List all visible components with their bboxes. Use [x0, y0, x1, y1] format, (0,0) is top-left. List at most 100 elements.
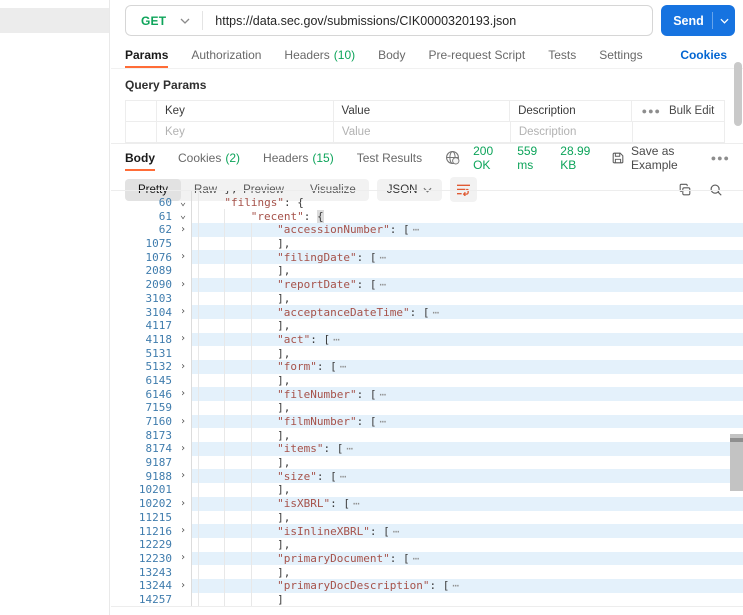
fold-ellipsis[interactable]: ⋯	[380, 278, 387, 291]
fold-collapsed-chevron-icon[interactable]: ›	[175, 416, 191, 427]
code-line-content: ],	[191, 264, 743, 278]
code-line: 3103],	[111, 291, 743, 306]
indent-guide	[250, 510, 277, 525]
line-number: 10202	[138, 497, 172, 511]
page-scrollbar-thumb[interactable]	[734, 62, 742, 126]
response-tab-test-results[interactable]: Test Results	[357, 144, 422, 171]
code-line-content: ],	[191, 401, 743, 415]
request-tab-headers[interactable]: Headers (10)	[284, 41, 355, 68]
code-scrollbar-thumb[interactable]	[730, 434, 743, 491]
indent-guide	[198, 346, 224, 360]
fold-ellipsis[interactable]: ⋯	[346, 442, 353, 455]
fold-ellipsis[interactable]: ⋯	[452, 579, 459, 592]
select-all-cell[interactable]	[126, 101, 157, 121]
response-tab-cookies[interactable]: Cookies (2)	[178, 144, 240, 171]
indent-guide	[198, 578, 224, 593]
fold-open-chevron-icon[interactable]: ⌄	[175, 197, 191, 208]
status-badge[interactable]: 200 OK	[473, 144, 504, 172]
request-tab-body[interactable]: Body	[378, 41, 405, 68]
response-tab-headers[interactable]: Headers (15)	[263, 144, 334, 171]
fold-ellipsis[interactable]: ⋯	[340, 470, 347, 483]
fold-collapsed-chevron-icon[interactable]: ›	[175, 224, 191, 235]
fold-ellipsis[interactable]: ⋯	[433, 306, 440, 319]
fold-collapsed-chevron-icon[interactable]: ›	[175, 498, 191, 509]
column-options-icon[interactable]: ●●●	[642, 106, 661, 116]
fold-ellipsis[interactable]: ⋯	[340, 360, 347, 373]
fold-collapsed-chevron-icon[interactable]: ›	[175, 279, 191, 290]
request-tab-tests[interactable]: Tests	[548, 41, 576, 68]
send-options-chevron-icon[interactable]	[713, 18, 735, 24]
matched-brace: {	[317, 209, 324, 223]
url-field[interactable]: https://data.sec.gov/submissions/CIK0000…	[203, 14, 516, 28]
indent-guide	[224, 551, 250, 566]
fold-collapsed-chevron-icon[interactable]: ›	[175, 580, 191, 591]
code-line-content: "acceptanceDateTime": [⋯	[191, 305, 743, 319]
fold-ellipsis[interactable]: ⋯	[380, 388, 387, 401]
indent-guide	[250, 496, 277, 511]
fold-collapsed-chevron-icon[interactable]: ›	[175, 553, 191, 563]
sidebar-item-placeholder[interactable]	[0, 8, 109, 33]
code-line: 7160 › "filmNumber": [⋯	[111, 414, 743, 429]
line-number: 2090	[145, 278, 173, 292]
json-punctuation: : [	[369, 524, 390, 538]
fold-ellipsis[interactable]: ⋯	[393, 525, 400, 538]
response-more-options-icon[interactable]: ●●●	[711, 153, 730, 163]
fold-ellipsis[interactable]: ⋯	[353, 497, 360, 510]
code-line: 12229],	[111, 537, 743, 552]
url-bar: GET https://data.sec.gov/submissions/CIK…	[111, 0, 743, 41]
json-punctuation: : [	[389, 551, 410, 565]
chevron-down-icon[interactable]	[180, 18, 190, 24]
request-tab-pre-request-script[interactable]: Pre-request Script	[428, 41, 525, 68]
indent-guide	[198, 442, 224, 456]
fold-collapsed-chevron-icon[interactable]: ›	[175, 526, 191, 536]
response-body-code-viewer[interactable]: },60⌄"filings": {61⌄"recent": {62›"acces…	[111, 190, 743, 607]
json-punctuation: },	[224, 191, 237, 195]
request-tab-settings[interactable]: Settings	[599, 41, 642, 68]
fold-ellipsis[interactable]: ⋯	[333, 333, 340, 346]
fold-ellipsis[interactable]: ⋯	[380, 251, 387, 264]
indent-guide	[250, 524, 277, 538]
value-column-header: Value	[334, 101, 511, 121]
indent-guide	[250, 469, 277, 484]
fold-collapsed-chevron-icon[interactable]: ›	[175, 361, 191, 372]
fold-open-chevron-icon[interactable]: ⌄	[175, 211, 191, 221]
indent-guide	[198, 291, 224, 306]
indent-guide	[224, 373, 250, 388]
response-time[interactable]: 559 ms	[517, 144, 547, 172]
fold-ellipsis[interactable]: ⋯	[413, 223, 420, 236]
fold-collapsed-chevron-icon[interactable]: ›	[175, 252, 191, 262]
indent-guide	[198, 565, 224, 579]
response-tab-body[interactable]: Body	[125, 144, 155, 171]
indent-guide	[198, 455, 224, 470]
response-size[interactable]: 28.99 KB	[560, 144, 598, 172]
key-input[interactable]: Key	[157, 122, 334, 142]
fold-collapsed-chevron-icon[interactable]: ›	[175, 443, 191, 454]
cookies-link[interactable]: Cookies	[680, 48, 727, 62]
description-input[interactable]: Description	[511, 122, 632, 142]
code-line-content: ],	[191, 236, 743, 251]
method-selector[interactable]: GET	[126, 14, 180, 28]
request-url-input[interactable]: GET https://data.sec.gov/submissions/CIK…	[125, 5, 653, 36]
fold-collapsed-chevron-icon[interactable]: ›	[175, 471, 191, 481]
send-button[interactable]: Send	[661, 5, 735, 36]
bulk-edit-button[interactable]: Bulk Edit	[669, 105, 714, 117]
indent-guide	[224, 209, 250, 224]
indent-guide	[198, 496, 224, 511]
row-select-cell[interactable]	[126, 122, 157, 142]
request-tab-params[interactable]: Params	[125, 41, 169, 68]
indent-guide	[250, 592, 277, 606]
fold-ellipsis[interactable]: ⋯	[413, 552, 420, 565]
fold-collapsed-chevron-icon[interactable]: ›	[175, 389, 191, 399]
save-as-example-button[interactable]: Save as Example	[611, 144, 698, 172]
fold-collapsed-chevron-icon[interactable]: ›	[175, 334, 191, 344]
request-tab-count-badge: (10)	[333, 47, 356, 62]
json-punctuation: : [	[316, 469, 337, 483]
indent-guide	[224, 483, 250, 497]
fold-ellipsis[interactable]: ⋯	[380, 415, 387, 428]
fold-collapsed-chevron-icon[interactable]: ›	[175, 307, 191, 317]
network-globe-icon[interactable]	[445, 150, 460, 165]
indent-guide	[224, 291, 250, 306]
value-input[interactable]: Value	[334, 122, 511, 142]
request-tab-authorization[interactable]: Authorization	[191, 41, 261, 68]
json-punctuation: ],	[277, 373, 291, 387]
